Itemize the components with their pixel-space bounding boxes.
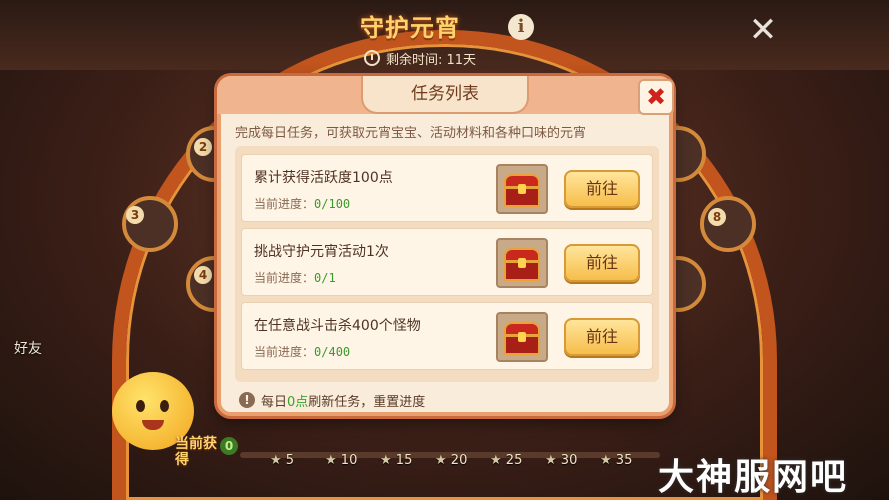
stage-number: 2 xyxy=(194,138,212,156)
event-title: 守护元宵 xyxy=(360,14,460,42)
milestone-item[interactable]: ★ 5 xyxy=(270,453,294,468)
milestone-item[interactable]: ★ 20 xyxy=(435,453,467,468)
star-icon: ★ xyxy=(435,453,447,468)
reward-chest-icon[interactable] xyxy=(496,238,548,288)
star-icon: ★ xyxy=(325,453,337,468)
progress-value: 0/1 xyxy=(314,271,336,285)
star-icon: ★ xyxy=(600,453,612,468)
mascot-eye xyxy=(160,400,169,412)
milestone-item[interactable]: ★ 30 xyxy=(545,453,577,468)
footer-text: 每日0点刷新任务，重置进度 xyxy=(261,391,425,410)
milestone-item[interactable]: ★ 10 xyxy=(325,453,357,468)
dialog-footer: ! 每日0点刷新任务，重置进度 xyxy=(239,390,425,410)
stage-number: 3 xyxy=(126,206,144,224)
info-icon[interactable]: i xyxy=(508,14,534,40)
stage-node[interactable]: 3 xyxy=(122,196,178,252)
star-icon: ★ xyxy=(545,453,557,468)
watermark: 大神服网吧 xyxy=(658,457,849,498)
progress-prefix: 当前进度： xyxy=(254,345,315,359)
milestone-value: 5 xyxy=(285,453,295,468)
task-row: 在任意战斗击杀400个怪物 当前进度：0/400 前往 xyxy=(241,302,653,370)
go-button[interactable]: 前往 xyxy=(564,244,640,282)
progress-value: 0/100 xyxy=(314,197,351,211)
milestone-item[interactable]: ★ 25 xyxy=(490,453,522,468)
reward-chest-icon[interactable] xyxy=(496,312,548,362)
milestone-value: 15 xyxy=(395,453,413,468)
task-list: 累计获得活跃度100点 当前进度：0/100 前往 挑战守护元宵活动1次 当前进… xyxy=(235,146,659,382)
stage-number: 8 xyxy=(708,208,726,226)
mascot-eye xyxy=(136,400,145,412)
go-button[interactable]: 前往 xyxy=(564,318,640,356)
warning-icon: ! xyxy=(239,392,255,408)
task-progress: 当前进度：0/100 xyxy=(254,195,350,212)
task-row: 挑战守护元宵活动1次 当前进度：0/1 前往 xyxy=(241,228,653,296)
stage-node[interactable]: 8 xyxy=(700,196,756,252)
milestone-item[interactable]: ★ 35 xyxy=(600,453,632,468)
task-list-dialog: 任务列表 ✖ 完成每日任务，可获取元宵宝宝、活动材料和各种口味的元宵 累计获得活… xyxy=(217,76,674,416)
milestone-item[interactable]: ★ 15 xyxy=(380,453,412,468)
milestone-value: 25 xyxy=(505,453,523,468)
mascot-mouth xyxy=(142,420,164,430)
chest-lock xyxy=(518,184,526,194)
milestone-value: 35 xyxy=(615,453,633,468)
footer-highlight: 0点 xyxy=(287,394,309,410)
chest-lock xyxy=(518,258,526,268)
star-icon: ★ xyxy=(490,453,502,468)
reward-chest-icon[interactable] xyxy=(496,164,548,214)
go-button[interactable]: 前往 xyxy=(564,170,640,208)
footer-prefix: 每日 xyxy=(261,394,288,410)
event-close-icon[interactable]: ✕ xyxy=(745,12,781,48)
task-progress: 当前进度：0/400 xyxy=(254,343,350,360)
progress-prefix: 当前进度： xyxy=(254,271,315,285)
task-name: 挑战守护元宵活动1次 xyxy=(254,244,389,260)
progress-prefix: 当前进度： xyxy=(254,197,315,211)
milestone-value: 20 xyxy=(450,453,468,468)
remaining-time: 剩余时间: 11天 xyxy=(364,48,476,68)
footer-suffix: 刷新任务，重置进度 xyxy=(308,394,426,410)
current-obtained-value: 0 xyxy=(220,437,238,455)
task-row: 累计获得活跃度100点 当前进度：0/100 前往 xyxy=(241,154,653,222)
friends-label[interactable]: 好友 xyxy=(14,338,42,358)
dialog-description: 完成每日任务，可获取元宵宝宝、活动材料和各种口味的元宵 xyxy=(235,126,587,141)
dialog-title: 任务列表 xyxy=(361,76,529,114)
milestone-value: 10 xyxy=(340,453,358,468)
star-icon: ★ xyxy=(270,453,282,468)
task-name: 在任意战斗击杀400个怪物 xyxy=(254,318,421,334)
clock-icon xyxy=(364,50,380,66)
current-obtained-label: 当前获得 xyxy=(175,436,217,468)
remaining-time-label: 剩余时间: 11天 xyxy=(386,52,477,68)
star-icon: ★ xyxy=(380,453,392,468)
stage-number: 4 xyxy=(194,266,212,284)
milestone-row: ★ 5 ★ 10 ★ 15 ★ 20 ★ 25 ★ 30 ★ 35 xyxy=(270,453,670,471)
milestone-value: 30 xyxy=(560,453,578,468)
task-progress: 当前进度：0/1 xyxy=(254,269,336,286)
chest-lock xyxy=(518,332,526,342)
progress-value: 0/400 xyxy=(314,345,351,359)
dialog-close-icon[interactable]: ✖ xyxy=(638,79,674,115)
task-name: 累计获得活跃度100点 xyxy=(254,170,393,186)
